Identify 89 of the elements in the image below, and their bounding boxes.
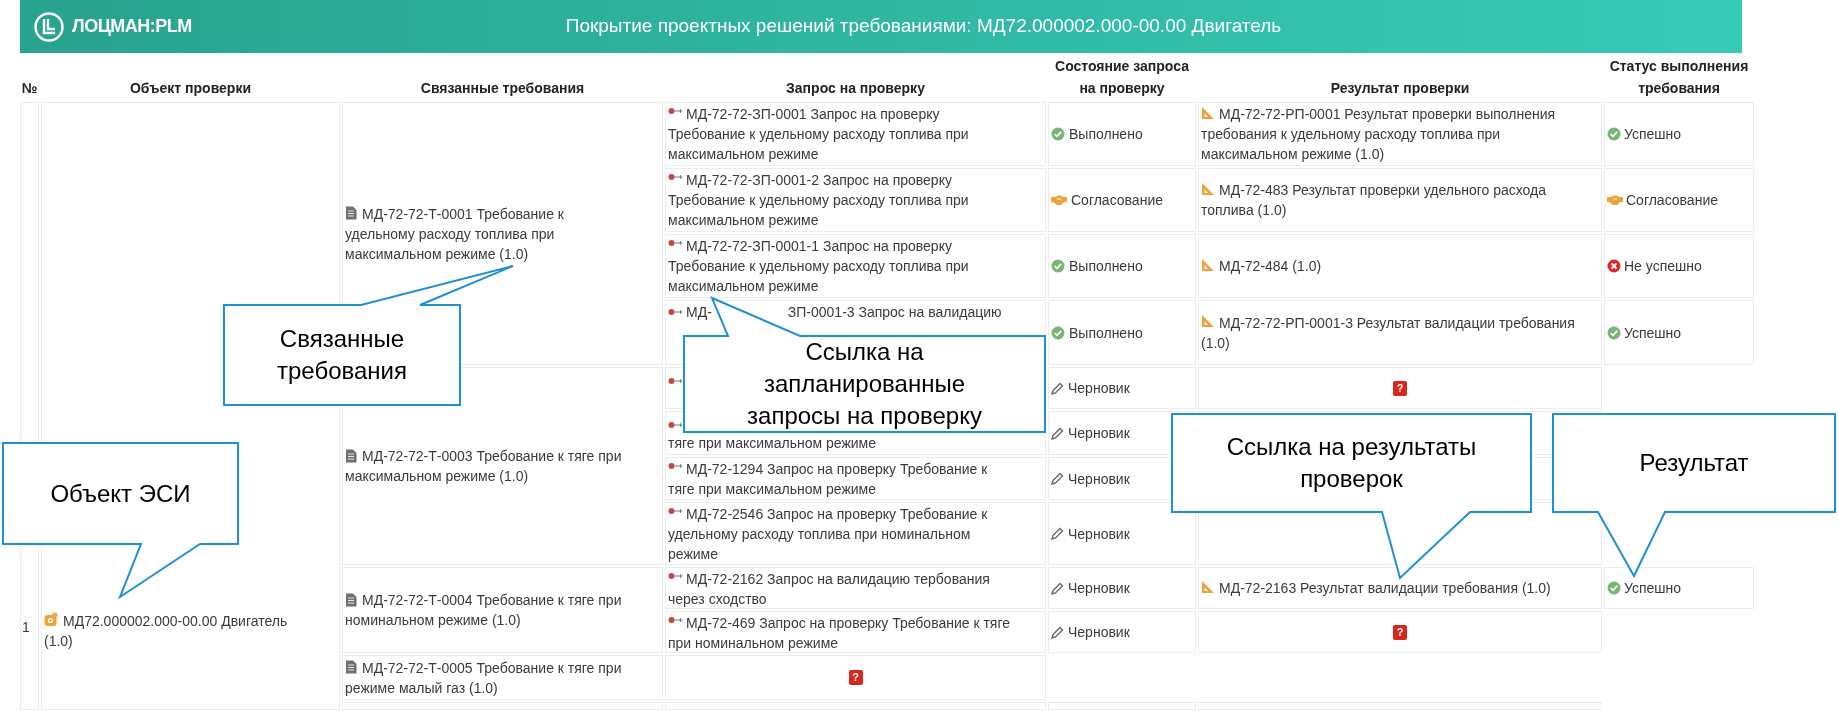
object-link[interactable]: МД72.000002.000-00.00 Двигатель (1.0) xyxy=(44,611,309,651)
check-circle-icon xyxy=(1607,325,1621,340)
column-header: Состояние запроса на проверку xyxy=(1054,57,1190,98)
document-icon xyxy=(345,448,357,463)
callout-text: Ссылка на результаты проверок xyxy=(1226,432,1477,494)
missing-marker: ? xyxy=(1393,380,1407,396)
status-label: Успешно xyxy=(1624,125,1682,144)
check-circle-icon xyxy=(1051,259,1065,273)
result-link[interactable]: МД-72-72-РП-0001-3 Результат валидации требования (1.0) xyxy=(1201,312,1599,353)
pencil-icon xyxy=(1051,472,1064,485)
document-icon xyxy=(345,592,357,607)
pencil-icon xyxy=(1051,527,1064,540)
column-header: Статус выполнения требования xyxy=(1608,57,1750,98)
triangle-ruler-icon xyxy=(1201,579,1215,594)
request-link[interactable]: ЗП-0001-3 Запрос на валидацию xyxy=(787,302,1002,322)
column-header: Связанные требования xyxy=(419,79,586,98)
pin-icon xyxy=(668,377,683,386)
state-label: Черновик xyxy=(1068,623,1130,642)
pin-icon xyxy=(668,462,683,471)
callout-text: Связанные требования xyxy=(277,324,407,386)
check-circle-icon xyxy=(1051,325,1065,340)
pencil-icon xyxy=(1051,625,1064,639)
callout-text: Результат xyxy=(1639,448,1749,478)
callout-text: Ссылка на запланированные запросы на проверку xyxy=(747,337,982,431)
requirement-link[interactable]: МД-72-72-Т-0003 Требование к тяге при максимальном режиме (1.0) xyxy=(345,446,636,486)
pencil-icon xyxy=(1051,426,1064,440)
pin-icon xyxy=(668,239,683,248)
pin-icon xyxy=(668,421,683,430)
logo-text: ЛОЦМАН:PLM xyxy=(72,15,192,38)
pin-icon xyxy=(668,616,683,625)
column-header: Результат проверки xyxy=(1329,79,1471,98)
triangle-ruler-icon xyxy=(1201,314,1215,329)
request-link[interactable]: тяге при максимальном режиме xyxy=(668,433,1011,453)
check-circle-icon xyxy=(1051,127,1065,141)
status-label: Успешно xyxy=(1624,323,1682,343)
state-label: Выполнено xyxy=(1069,257,1143,276)
state-label: Черновик xyxy=(1068,524,1130,544)
triangle-ruler-icon xyxy=(1201,105,1215,120)
handshake-icon xyxy=(1607,194,1623,206)
pin-icon xyxy=(668,107,683,116)
request-link[interactable]: МД-72-72-ЗП-0001-2 Запрос на проверку Требование к удельному расходу топлива при максимальном режиме xyxy=(668,170,1011,230)
pin-icon xyxy=(668,572,683,581)
missing-marker: ? xyxy=(848,670,863,685)
column-header: № xyxy=(20,79,39,98)
document-icon xyxy=(345,206,357,221)
request-link[interactable]: МД-72-72-ЗП-0001 Запрос на проверку Требование к удельному расходу топлива при максимальном режиме xyxy=(668,104,1011,164)
result-link[interactable]: МД-72-483 Результат проверки удельного расхода топлива (1.0) xyxy=(1201,180,1599,220)
request-link[interactable]: МД-72-1294 Запрос на проверку Требование к тяге при максимальном режиме xyxy=(668,459,1011,499)
result-link[interactable]: МД-72-2163 Результат валидации требования (1.0) xyxy=(1201,578,1551,598)
pin-icon xyxy=(668,507,683,516)
result-link[interactable]: МД-72-72-РП-0001 Результат проверки выполнения требования к удельному расходу топлива при максимальном режиме (1.0) xyxy=(1201,104,1599,164)
pin-icon xyxy=(668,173,683,182)
state-label: Черновик xyxy=(1068,579,1130,598)
request-link[interactable]: МД-72-2162 Запрос на валидацию тербования через сходство xyxy=(668,569,1011,609)
error-icon xyxy=(1607,259,1621,273)
triangle-ruler-icon xyxy=(1201,181,1215,196)
result-link[interactable]: МД-72-484 (1.0) xyxy=(1201,256,1322,276)
requirement-link[interactable]: МД-72-72-Т-0004 Требование к тяге при номинальном режиме (1.0) xyxy=(345,590,636,630)
pencil-icon xyxy=(1051,581,1064,595)
row-number: 1 xyxy=(22,619,30,635)
document-icon xyxy=(345,660,357,675)
logo-icon xyxy=(34,11,64,42)
state-label: Согласование xyxy=(1071,191,1163,210)
check-circle-icon xyxy=(1607,127,1621,141)
callout-text: Объект ЭСИ xyxy=(50,478,191,509)
check-circle-icon xyxy=(1607,581,1621,595)
state-label: Черновик xyxy=(1068,424,1130,443)
state-label: Черновик xyxy=(1068,379,1130,398)
component-icon xyxy=(44,613,58,628)
state-label: Выполнено xyxy=(1069,323,1143,343)
page-title: Покрытие проектных решений требованиями: МД72.000002.000-00.00 Двигатель xyxy=(565,14,1282,39)
request-link[interactable]: МД-72-2546 Запрос на проверку Требование к удельному расходу топлива при номинальном режиме xyxy=(668,504,1011,564)
requirement-link[interactable]: МД-72-72-Т-0001 Требование к удельному расходу топлива при максимальном режиме (1.0) xyxy=(345,203,636,264)
pin-icon xyxy=(668,308,683,316)
status-label: Успешно xyxy=(1624,579,1682,598)
request-link[interactable]: МД-72-469 Запрос на проверку Требование к тяге при номинальном режиме xyxy=(668,613,1011,653)
requirement-link[interactable]: МД-72-72-Т-0005 Требование к тяге при режиме малый газ (1.0) xyxy=(345,657,636,698)
state-label: Черновик xyxy=(1068,469,1130,489)
missing-marker: ? xyxy=(1393,624,1407,640)
status-label: Согласование xyxy=(1626,191,1718,210)
status-label: Не успешно xyxy=(1624,257,1702,276)
column-header: Запрос на проверку xyxy=(785,79,926,98)
request-link[interactable]: МД-72-72-ЗП-0001-1 Запрос на проверку Требование к удельному расходу топлива при максимальном режиме xyxy=(668,236,1011,296)
pencil-icon xyxy=(1051,381,1064,395)
column-header: Объект проверки xyxy=(129,79,252,98)
triangle-ruler-icon xyxy=(1201,257,1215,272)
state-label: Выполнено xyxy=(1069,125,1143,144)
request-link[interactable]: МД- xyxy=(686,302,712,322)
handshake-icon xyxy=(1051,194,1067,206)
